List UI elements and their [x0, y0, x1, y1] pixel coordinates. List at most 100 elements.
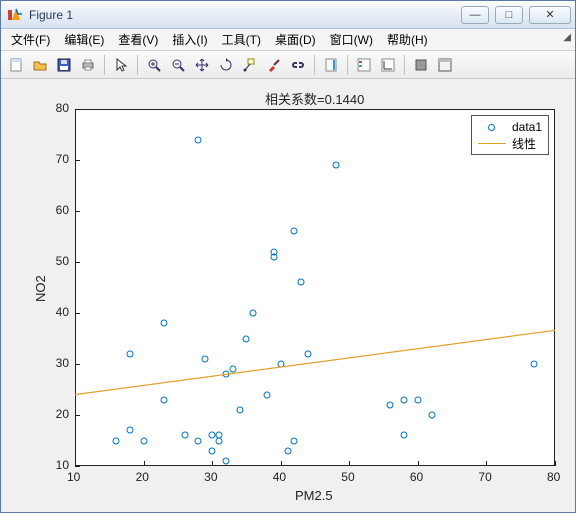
- y-axis-label: NO2: [33, 275, 48, 302]
- x-tick-label: 20: [136, 470, 149, 484]
- menu-desktop[interactable]: 桌面(D): [269, 29, 322, 50]
- y-tick: [75, 313, 80, 314]
- data-point[interactable]: [387, 401, 394, 408]
- data-point[interactable]: [113, 437, 120, 444]
- pan-icon[interactable]: [191, 54, 213, 76]
- toolbar-separator: [314, 55, 315, 75]
- zoom-in-icon[interactable]: [143, 54, 165, 76]
- y-tick-label: 40: [45, 305, 69, 319]
- y-tick-label: 70: [45, 152, 69, 166]
- x-tick-label: 30: [204, 470, 217, 484]
- data-cursor-icon[interactable]: [239, 54, 261, 76]
- data-point[interactable]: [264, 391, 271, 398]
- data-point[interactable]: [291, 228, 298, 235]
- legend-label: data1: [512, 120, 542, 134]
- data-point[interactable]: [401, 396, 408, 403]
- x-tick-label: 80: [547, 470, 560, 484]
- data-point[interactable]: [202, 355, 209, 362]
- toolbar: [1, 51, 575, 79]
- data-point[interactable]: [195, 437, 202, 444]
- data-point[interactable]: [229, 366, 236, 373]
- data-point[interactable]: [161, 320, 168, 327]
- legend-label: 线性: [512, 135, 536, 152]
- window-title: Figure 1: [29, 8, 461, 22]
- x-tick-label: 10: [67, 470, 80, 484]
- titlebar[interactable]: Figure 1 — □ ✕: [1, 1, 575, 29]
- y-tick-label: 60: [45, 203, 69, 217]
- y-tick-label: 20: [45, 407, 69, 421]
- legend-marker-icon: [478, 124, 506, 131]
- data-point[interactable]: [243, 335, 250, 342]
- y-tick: [75, 415, 80, 416]
- data-point[interactable]: [222, 371, 229, 378]
- data-point[interactable]: [305, 350, 312, 357]
- insert-axes-icon[interactable]: [377, 54, 399, 76]
- print-icon[interactable]: [77, 54, 99, 76]
- legend[interactable]: data1 线性: [471, 115, 549, 155]
- data-point[interactable]: [428, 412, 435, 419]
- data-point[interactable]: [216, 437, 223, 444]
- menu-help[interactable]: 帮助(H): [381, 29, 434, 50]
- menu-overflow-icon[interactable]: ◢: [563, 32, 571, 43]
- brush-icon[interactable]: [263, 54, 285, 76]
- data-point[interactable]: [531, 361, 538, 368]
- x-tick: [281, 461, 282, 466]
- open-icon[interactable]: [29, 54, 51, 76]
- x-tick-label: 40: [273, 470, 286, 484]
- data-point[interactable]: [209, 447, 216, 454]
- save-icon[interactable]: [53, 54, 75, 76]
- data-point[interactable]: [270, 253, 277, 260]
- data-point[interactable]: [222, 457, 229, 464]
- x-tick: [144, 461, 145, 466]
- window-controls: — □ ✕: [461, 6, 571, 24]
- y-tick-label: 10: [45, 458, 69, 472]
- y-tick: [75, 160, 80, 161]
- dock-icon[interactable]: [434, 54, 456, 76]
- minimize-button[interactable]: —: [461, 6, 489, 24]
- x-tick-label: 70: [478, 470, 491, 484]
- axes[interactable]: [75, 109, 555, 466]
- x-tick-label: 60: [410, 470, 423, 484]
- data-point[interactable]: [126, 427, 133, 434]
- data-point[interactable]: [140, 437, 147, 444]
- pointer-icon[interactable]: [110, 54, 132, 76]
- menubar: 文件(F) 编辑(E) 查看(V) 插入(I) 工具(T) 桌面(D) 窗口(W…: [1, 29, 575, 51]
- legend-line-icon: [478, 143, 506, 144]
- chart-title: 相关系数=0.1440: [265, 89, 364, 108]
- menu-window[interactable]: 窗口(W): [324, 29, 379, 50]
- zoom-out-icon[interactable]: [167, 54, 189, 76]
- data-point[interactable]: [414, 396, 421, 403]
- data-point[interactable]: [181, 432, 188, 439]
- new-figure-icon[interactable]: [5, 54, 27, 76]
- data-point[interactable]: [291, 437, 298, 444]
- data-point[interactable]: [236, 406, 243, 413]
- y-tick-label: 50: [45, 254, 69, 268]
- y-tick-label: 80: [45, 101, 69, 115]
- hide-tools-icon[interactable]: [410, 54, 432, 76]
- x-tick-label: 50: [341, 470, 354, 484]
- y-tick: [75, 211, 80, 212]
- data-point[interactable]: [277, 361, 284, 368]
- data-point[interactable]: [284, 447, 291, 454]
- data-point[interactable]: [332, 162, 339, 169]
- legend-entry-data1: data1: [478, 119, 542, 135]
- data-point[interactable]: [298, 279, 305, 286]
- x-tick: [486, 461, 487, 466]
- data-point[interactable]: [195, 136, 202, 143]
- data-point[interactable]: [401, 432, 408, 439]
- menu-file[interactable]: 文件(F): [5, 29, 56, 50]
- menu-view[interactable]: 查看(V): [112, 29, 164, 50]
- close-button[interactable]: ✕: [529, 6, 571, 24]
- menu-insert[interactable]: 插入(I): [166, 29, 213, 50]
- menu-edit[interactable]: 编辑(E): [58, 29, 110, 50]
- y-tick: [75, 109, 80, 110]
- link-icon[interactable]: [287, 54, 309, 76]
- rotate-icon[interactable]: [215, 54, 237, 76]
- insert-legend-icon[interactable]: [353, 54, 375, 76]
- data-point[interactable]: [161, 396, 168, 403]
- menu-tools[interactable]: 工具(T): [216, 29, 267, 50]
- data-point[interactable]: [250, 310, 257, 317]
- colorbar-icon[interactable]: [320, 54, 342, 76]
- data-point[interactable]: [126, 350, 133, 357]
- maximize-button[interactable]: □: [495, 6, 523, 24]
